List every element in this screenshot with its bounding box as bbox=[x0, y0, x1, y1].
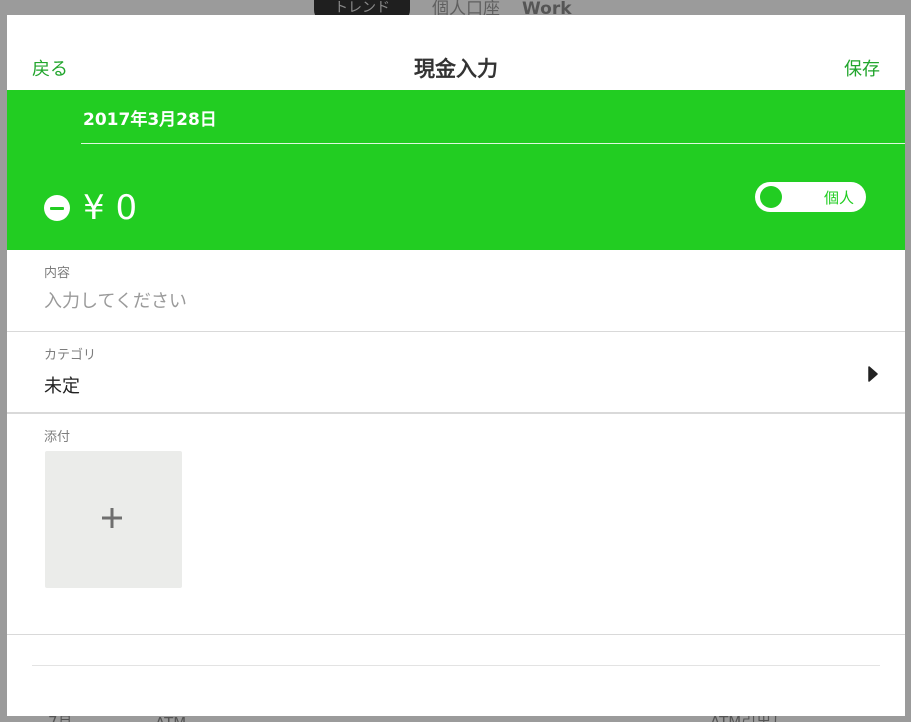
personal-toggle[interactable]: 個人 bbox=[755, 182, 866, 212]
minus-circle-icon[interactable] bbox=[44, 195, 70, 221]
add-attachment-button[interactable] bbox=[45, 451, 182, 588]
save-button[interactable]: 保存 bbox=[844, 55, 880, 81]
attachment-field: 添付 bbox=[7, 414, 905, 635]
category-label: カテゴリ bbox=[44, 348, 97, 363]
amount-value[interactable]: ¥ 0 bbox=[83, 188, 137, 228]
date-underline bbox=[81, 143, 905, 144]
content-input[interactable] bbox=[44, 288, 844, 314]
date-field[interactable]: 2017年3月28日 bbox=[83, 105, 217, 130]
toggle-knob bbox=[760, 186, 782, 208]
attachment-label: 添付 bbox=[44, 430, 71, 445]
chevron-right-icon bbox=[868, 366, 878, 382]
content-label: 内容 bbox=[44, 266, 71, 281]
bottom-divider bbox=[32, 665, 880, 666]
category-value: 未定 bbox=[44, 376, 80, 397]
category-field[interactable]: カテゴリ 未定 bbox=[7, 332, 905, 414]
content-field: 内容 bbox=[7, 250, 905, 332]
modal-header: 戻る 現金入力 保存 bbox=[7, 15, 905, 90]
toggle-label: 個人 bbox=[823, 189, 854, 207]
page-title: 現金入力 bbox=[414, 57, 498, 81]
cash-entry-modal: 戻る 現金入力 保存 2017年3月28日 ¥ 0 個人 内容 カテゴリ 未定 … bbox=[7, 15, 905, 716]
plus-icon bbox=[102, 508, 122, 528]
amount-panel: 2017年3月28日 ¥ 0 個人 bbox=[7, 90, 905, 250]
